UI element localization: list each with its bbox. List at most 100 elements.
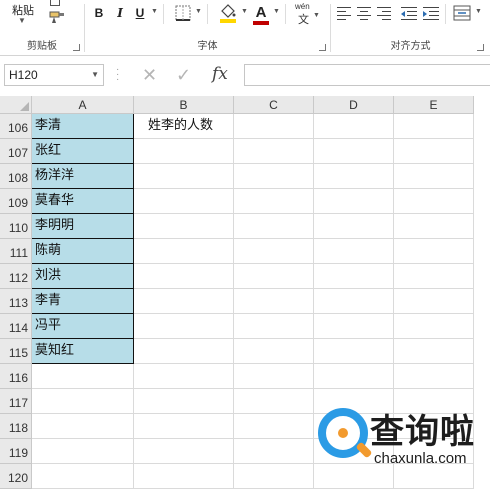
alignment-launcher-icon[interactable] xyxy=(477,44,484,51)
cell-b117[interactable] xyxy=(134,389,234,414)
cell-e115[interactable] xyxy=(394,339,474,364)
cell-c114[interactable] xyxy=(234,314,314,339)
select-all-corner[interactable] xyxy=(0,96,32,114)
cell-c117[interactable] xyxy=(234,389,314,414)
cell-b113[interactable] xyxy=(134,289,234,314)
fill-color-dropdown-icon[interactable]: ▼ xyxy=(241,8,248,15)
cell-a111[interactable]: 陈萌 xyxy=(32,239,134,264)
italic-button[interactable]: I xyxy=(113,4,127,22)
cell-a116[interactable] xyxy=(32,364,134,389)
cell-b116[interactable] xyxy=(134,364,234,389)
cell-b115[interactable] xyxy=(134,339,234,364)
cell-a120[interactable] xyxy=(32,464,134,489)
cell-e106[interactable] xyxy=(394,114,474,139)
cell-d107[interactable] xyxy=(314,139,394,164)
cell-d111[interactable] xyxy=(314,239,394,264)
cell-e110[interactable] xyxy=(394,214,474,239)
font-color-button[interactable]: A xyxy=(253,4,269,22)
cell-e114[interactable] xyxy=(394,314,474,339)
phonetic-guide-button[interactable]: wén xyxy=(295,2,310,11)
row-header[interactable]: 116 xyxy=(0,364,32,389)
copy-icon[interactable] xyxy=(50,0,60,6)
cell-b111[interactable] xyxy=(134,239,234,264)
underline-dropdown-icon[interactable]: ▼ xyxy=(151,8,158,15)
row-header[interactable]: 120 xyxy=(0,464,32,489)
cell-b109[interactable] xyxy=(134,189,234,214)
cell-a107[interactable]: 张红 xyxy=(32,139,134,164)
formula-input[interactable] xyxy=(244,64,490,86)
cell-d114[interactable] xyxy=(314,314,394,339)
row-header[interactable]: 113 xyxy=(0,289,32,314)
cell-c109[interactable] xyxy=(234,189,314,214)
cell-a112[interactable]: 刘洪 xyxy=(32,264,134,289)
paste-dropdown-icon[interactable]: ▼ xyxy=(18,16,26,25)
name-box-dropdown-icon[interactable]: ▼ xyxy=(91,65,99,85)
column-header-c[interactable]: C xyxy=(234,96,314,114)
cell-e108[interactable] xyxy=(394,164,474,189)
cell-a106[interactable]: 李清 xyxy=(32,114,134,139)
column-header-b[interactable]: B xyxy=(134,96,234,114)
row-header[interactable]: 108 xyxy=(0,164,32,189)
row-header[interactable]: 114 xyxy=(0,314,32,339)
phonetic-dropdown-icon[interactable]: ▼ xyxy=(313,12,320,19)
row-header[interactable]: 119 xyxy=(0,439,32,464)
cell-a115[interactable]: 莫知红 xyxy=(32,339,134,364)
cell-c111[interactable] xyxy=(234,239,314,264)
bold-button[interactable]: B xyxy=(91,4,107,22)
cell-c115[interactable] xyxy=(234,339,314,364)
column-header-d[interactable]: D xyxy=(314,96,394,114)
font-launcher-icon[interactable] xyxy=(319,44,326,51)
cell-b106[interactable]: 姓李的人数 xyxy=(134,114,234,139)
cell-d116[interactable] xyxy=(314,364,394,389)
cell-b110[interactable] xyxy=(134,214,234,239)
align-center-icon[interactable] xyxy=(357,6,371,20)
cell-e109[interactable] xyxy=(394,189,474,214)
cell-e112[interactable] xyxy=(394,264,474,289)
cell-b108[interactable] xyxy=(134,164,234,189)
cell-e116[interactable] xyxy=(394,364,474,389)
cell-a118[interactable] xyxy=(32,414,134,439)
cell-d115[interactable] xyxy=(314,339,394,364)
decrease-indent-icon[interactable] xyxy=(401,6,417,20)
increase-indent-icon[interactable] xyxy=(423,6,439,20)
cell-c108[interactable] xyxy=(234,164,314,189)
cell-a109[interactable]: 莫春华 xyxy=(32,189,134,214)
row-header[interactable]: 112 xyxy=(0,264,32,289)
font-color-dropdown-icon[interactable]: ▼ xyxy=(273,8,280,15)
cell-a114[interactable]: 冯平 xyxy=(32,314,134,339)
cell-d112[interactable] xyxy=(314,264,394,289)
cell-e111[interactable] xyxy=(394,239,474,264)
row-header[interactable]: 107 xyxy=(0,139,32,164)
formula-bar-grip-icon[interactable]: · · · xyxy=(116,65,119,85)
cell-a110[interactable]: 李明明 xyxy=(32,214,134,239)
cell-c119[interactable] xyxy=(234,439,314,464)
row-header[interactable]: 118 xyxy=(0,414,32,439)
cell-a117[interactable] xyxy=(32,389,134,414)
format-painter-icon[interactable] xyxy=(48,10,66,24)
column-header-e[interactable]: E xyxy=(394,96,474,114)
cell-d109[interactable] xyxy=(314,189,394,214)
align-right-icon[interactable] xyxy=(377,6,391,20)
insert-function-icon[interactable]: fx xyxy=(212,64,228,84)
cell-d108[interactable] xyxy=(314,164,394,189)
merge-dropdown-icon[interactable]: ▼ xyxy=(475,8,482,15)
cancel-icon[interactable]: ✕ xyxy=(142,65,157,85)
cell-b120[interactable] xyxy=(134,464,234,489)
cell-c120[interactable] xyxy=(234,464,314,489)
cell-d110[interactable] xyxy=(314,214,394,239)
enter-icon[interactable]: ✓ xyxy=(176,65,191,85)
cell-b107[interactable] xyxy=(134,139,234,164)
cell-d106[interactable] xyxy=(314,114,394,139)
align-left-icon[interactable] xyxy=(337,6,351,20)
cell-d113[interactable] xyxy=(314,289,394,314)
row-header[interactable]: 106 xyxy=(0,114,32,139)
column-header-a[interactable]: A xyxy=(32,96,134,114)
underline-button[interactable]: U xyxy=(133,4,147,22)
clipboard-launcher-icon[interactable] xyxy=(73,44,80,51)
cell-c116[interactable] xyxy=(234,364,314,389)
row-header[interactable]: 117 xyxy=(0,389,32,414)
cell-a108[interactable]: 杨洋洋 xyxy=(32,164,134,189)
name-box[interactable]: H120 ▼ xyxy=(4,64,104,86)
cell-b118[interactable] xyxy=(134,414,234,439)
cell-a113[interactable]: 李青 xyxy=(32,289,134,314)
